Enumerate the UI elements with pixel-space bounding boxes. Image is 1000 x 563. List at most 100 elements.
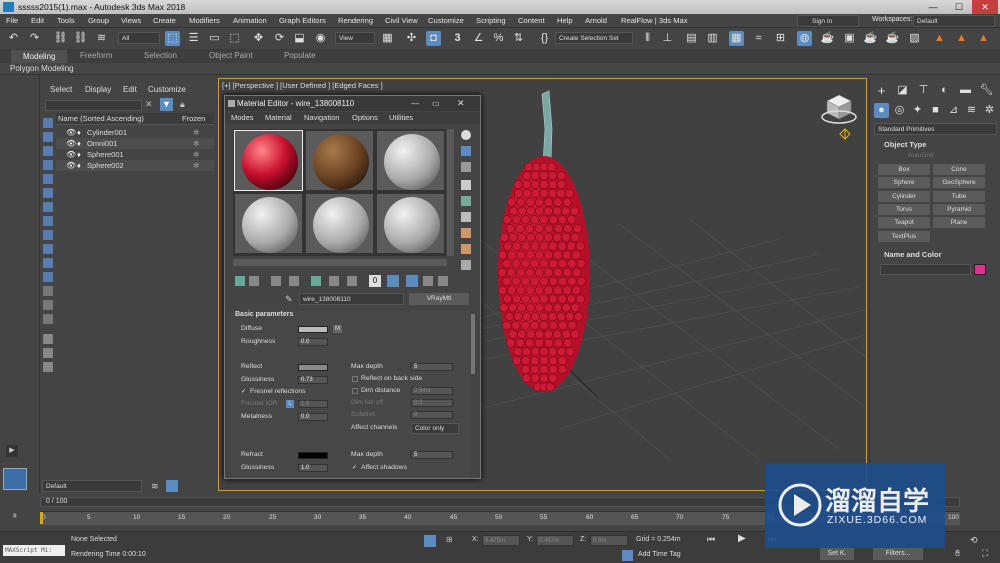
dim-distance-spinner[interactable]: 2.54m xyxy=(411,387,453,395)
play-icon[interactable]: ▶ xyxy=(738,533,746,544)
visibility-eye-icon[interactable]: 👁︎ xyxy=(66,160,76,171)
eyedropper-icon[interactable]: ✎ xyxy=(285,294,293,305)
options-icon[interactable] xyxy=(461,228,471,238)
metalness-spinner[interactable]: 0.0 xyxy=(298,413,328,421)
sample-type-icon[interactable] xyxy=(461,146,471,156)
menu-tools[interactable]: Tools xyxy=(57,16,75,25)
bind-spacewarp-icon[interactable]: ≋ xyxy=(94,31,109,46)
rollout-title[interactable]: Basic parameters xyxy=(235,311,293,318)
maxscript-listener[interactable]: MAXScript Mi: xyxy=(3,545,65,556)
dim-distance-checkbox[interactable] xyxy=(352,388,358,394)
menu-help[interactable]: Help xyxy=(557,16,573,25)
display-none-icon[interactable] xyxy=(43,118,53,128)
minimize-button[interactable]: — xyxy=(920,0,946,14)
material-id-icon[interactable]: 0 xyxy=(369,275,381,287)
explorer-menu-customize[interactable]: Customize xyxy=(148,85,186,94)
display-lights-icon[interactable] xyxy=(43,160,53,170)
render-iterative-icon[interactable]: ☕ xyxy=(885,31,900,46)
percent-snap-icon[interactable]: % xyxy=(491,31,506,46)
material-type-button[interactable]: VRayMtl xyxy=(409,293,469,305)
menu-civil-view[interactable]: Civil View xyxy=(385,16,418,25)
dim-falloff-spinner[interactable]: 0.0 xyxy=(411,399,453,407)
plane-button[interactable]: Plane xyxy=(933,217,985,228)
layer-explorer-icon[interactable]: ▥ xyxy=(705,31,720,46)
key-filters-button[interactable]: Filters... xyxy=(873,548,923,560)
menu-rendering[interactable]: Rendering xyxy=(338,16,373,25)
ribbon-toggle-icon[interactable]: ▦ xyxy=(729,31,744,46)
filter-icon[interactable]: ▼ xyxy=(160,98,173,111)
tube-button[interactable]: Tube xyxy=(933,191,985,202)
menu-customize[interactable]: Customize xyxy=(428,16,464,25)
clear-search-icon[interactable]: ✕ xyxy=(145,99,153,110)
maximize-button[interactable]: ☐ xyxy=(946,0,972,14)
show-shaded-icon[interactable] xyxy=(387,275,399,287)
sample-slot-2[interactable] xyxy=(305,130,374,191)
menu-content[interactable]: Content xyxy=(518,16,545,25)
me-menu-modes[interactable]: Modes xyxy=(231,113,254,122)
fresnel-checkbox[interactable]: ✓ xyxy=(241,389,247,395)
hierarchy-tab-icon[interactable]: ⊤ xyxy=(916,83,931,98)
close-button[interactable]: ✕ xyxy=(972,0,998,14)
material-name-dropdown[interactable]: wire_138008110 xyxy=(299,293,404,305)
lock-icon[interactable]: 🔒︎ xyxy=(180,99,185,110)
display-geometry-icon[interactable] xyxy=(43,132,53,142)
trackbar-filter-icon[interactable]: ⩩ xyxy=(13,513,17,521)
display-xrefs-icon[interactable] xyxy=(43,230,53,240)
toggle-scene-explorer-icon[interactable]: ▤ xyxy=(684,31,699,46)
me-menu-navigation[interactable]: Navigation xyxy=(304,113,339,122)
freeze-icon[interactable]: ✻ xyxy=(193,138,199,149)
rotate-icon[interactable]: ⟳ xyxy=(272,31,287,46)
layer-manager-icon[interactable]: ≋ xyxy=(151,481,159,492)
display-cameras-icon[interactable] xyxy=(43,174,53,184)
put-to-library-icon[interactable] xyxy=(347,276,357,286)
y-coordinate[interactable]: 0.467m xyxy=(536,535,574,546)
video-color-icon[interactable] xyxy=(461,196,471,206)
sample-slot-6[interactable] xyxy=(376,193,445,254)
spinner-snap-icon[interactable]: ⇅ xyxy=(511,31,526,46)
tab-selection[interactable]: Selection xyxy=(144,51,177,60)
utilities-tab-icon[interactable]: 🔧︎ xyxy=(979,83,994,98)
select-by-material-icon[interactable] xyxy=(461,244,471,254)
keyboard-shortcut-icon[interactable]: ◘ xyxy=(426,31,441,46)
setkey-button[interactable]: Set K. xyxy=(820,548,854,560)
affect-channels-dropdown[interactable]: Color only xyxy=(411,423,459,434)
spacewarps-category-icon[interactable]: ≋ xyxy=(964,103,979,118)
torus-button[interactable]: Torus xyxy=(878,204,930,215)
z-coordinate[interactable]: 0.0m xyxy=(590,535,628,546)
scene-row-sphere002[interactable]: 👁︎ ♦ Sphere002 ✻ xyxy=(56,160,214,171)
arnold-light-icon[interactable]: ▲ xyxy=(954,31,969,46)
tab-freeform[interactable]: Freeform xyxy=(80,51,112,60)
params-scrollbar[interactable] xyxy=(471,314,475,374)
rendered-frame-icon[interactable]: ▣ xyxy=(842,31,857,46)
me-menu-options[interactable]: Options xyxy=(352,113,378,122)
signin-dropdown[interactable]: Sign In xyxy=(797,15,859,27)
backlight-icon[interactable] xyxy=(461,130,471,140)
name-color-rollout[interactable]: Name and Color xyxy=(884,250,942,259)
reference-coord-dropdown[interactable]: View xyxy=(335,32,375,44)
glossiness-spinner[interactable]: 0.73 xyxy=(298,376,328,384)
move-icon[interactable]: ✥ xyxy=(251,31,266,46)
material-navigator-icon[interactable] xyxy=(461,260,471,270)
sample-slot-5[interactable] xyxy=(305,193,374,254)
reset-map-icon[interactable] xyxy=(289,276,299,286)
place-icon[interactable]: ◉ xyxy=(313,31,328,46)
motion-tab-icon[interactable]: ◐ xyxy=(937,83,952,98)
object-name-input[interactable] xyxy=(880,264,971,275)
tab-object-paint[interactable]: Object Paint xyxy=(209,51,253,60)
tab-populate[interactable]: Populate xyxy=(284,51,316,60)
curve-editor-icon[interactable]: ≈ xyxy=(751,31,766,46)
arnold-render-icon[interactable]: ▲ xyxy=(932,31,947,46)
me-menu-material[interactable]: Material xyxy=(265,113,292,122)
render-production-icon[interactable]: ☕ xyxy=(863,31,878,46)
go-to-parent-icon[interactable] xyxy=(423,276,433,286)
layer-toolbar-icon[interactable] xyxy=(166,480,178,492)
primitive-type-dropdown[interactable]: Standard Primitives xyxy=(874,123,997,135)
frozen-header[interactable]: Frozen xyxy=(182,114,205,123)
unlink-icon[interactable]: ⛓ xyxy=(73,31,88,46)
me-menu-utilities[interactable]: Utilities xyxy=(389,113,413,122)
object-color-swatch[interactable] xyxy=(974,264,986,275)
angle-snap-icon[interactable]: ∠ xyxy=(471,31,486,46)
visibility-eye-icon[interactable]: 👁︎ xyxy=(66,138,76,149)
roughness-spinner[interactable]: 0.0 xyxy=(298,338,328,346)
teapot-button[interactable]: Teapot xyxy=(878,217,930,228)
